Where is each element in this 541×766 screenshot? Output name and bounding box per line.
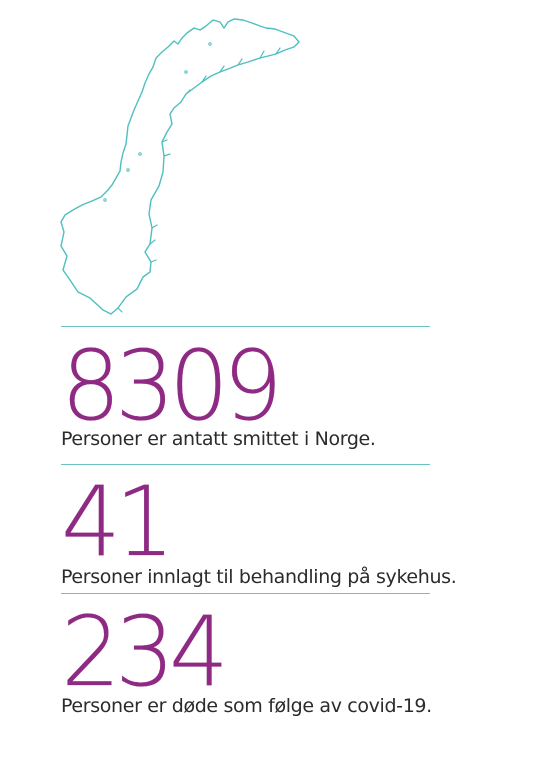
stat-infected: 8309 Personer er antatt smittet i Norge. [61,338,531,451]
deaths-count: 234 [61,596,229,708]
infected-count: 8309 [61,330,283,442]
stat-deaths: 234 Personer er døde som følge av covid-… [61,604,531,718]
divider-line [61,593,430,594]
divider-line [61,326,430,327]
norway-map-outline-icon [60,18,300,315]
divider-line [61,464,430,465]
hospitalized-count: 41 [61,466,175,578]
stat-hospitalized: 41 Personer innlagt til behandling på sy… [61,474,531,589]
